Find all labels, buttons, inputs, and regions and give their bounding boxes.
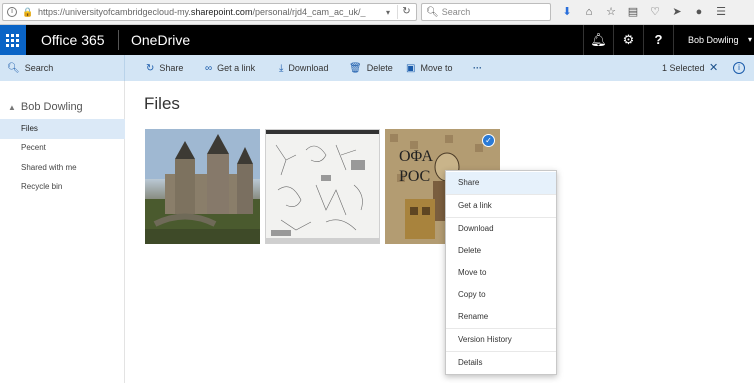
share-icon: ↻ [146, 62, 155, 74]
info-icon[interactable]: i [733, 62, 745, 74]
menu-item-rename[interactable]: Rename [446, 306, 556, 328]
chevron-up-icon: ▲ [8, 103, 16, 112]
pocket-icon[interactable]: ♡ [644, 4, 666, 20]
url-dropdown-icon[interactable]: ▾ [386, 8, 390, 17]
search-icon: 🔍︎ [426, 6, 439, 18]
download-label: Download [288, 63, 329, 73]
nav-user-name: Bob Dowling [20, 101, 83, 113]
menu-item-delete[interactable]: Delete [446, 240, 556, 262]
menu-item-download[interactable]: Download [446, 218, 556, 240]
page-title: Files [144, 94, 180, 113]
nav-item-recent[interactable]: Pecent [0, 138, 125, 158]
app-launcher-icon[interactable] [0, 25, 26, 55]
app-title[interactable]: OneDrive [131, 32, 190, 48]
get-link-button[interactable]: ∞ Get a link [205, 55, 255, 81]
selection-count: 1 Selected [662, 63, 705, 73]
context-menu: Share Get a link Download Delete Move to… [445, 170, 557, 375]
help-icon[interactable]: ? [643, 25, 673, 55]
nav-user-header[interactable]: ▲ Bob Dowling [8, 101, 83, 113]
star-icon[interactable]: ☆ [600, 4, 622, 20]
trash-icon: 🗑︎ [349, 62, 362, 74]
reload-icon[interactable]: ↻ [397, 5, 415, 19]
menu-item-details[interactable]: Details [446, 352, 556, 374]
user-name: Bob Dowling [688, 35, 739, 45]
bell-icon[interactable]: 🔔︎ [583, 25, 613, 55]
search-placeholder: Search [441, 7, 471, 17]
download-icon[interactable]: ⬇ [556, 4, 578, 20]
close-icon[interactable]: ✕ [709, 61, 718, 74]
menu-item-move-to[interactable]: Move to [446, 262, 556, 284]
more-button[interactable]: ··· [473, 55, 482, 81]
move-to-label: Move to [420, 63, 453, 73]
delete-button[interactable]: 🗑︎ Delete [349, 55, 393, 81]
delete-label: Delete [366, 63, 393, 73]
svg-text:ΟΦΑ: ΟΦΑ [399, 148, 433, 165]
svg-text:ΡΟϹ: ΡΟϹ [399, 168, 430, 185]
checkmark-icon[interactable]: ✓ [482, 134, 495, 147]
suite-header: Office 365 OneDrive 🔔︎ ⚙ ? Bob Dowling ▾ [0, 25, 754, 55]
home-icon[interactable]: ⌂ [578, 4, 600, 20]
search-label: Search [24, 63, 54, 73]
url-text[interactable]: https://universityofcambridgecloud-my.sh… [38, 7, 378, 17]
menu-icon[interactable]: ☰ [710, 4, 732, 20]
nav-item-recycle-bin[interactable]: Recycle bin [0, 177, 125, 197]
url-suffix: /personal/rjd4_cam_ac_uk/_ [252, 7, 366, 17]
move-icon: ▣ [406, 62, 416, 74]
files-search[interactable]: 🔍︎ Search [0, 55, 125, 81]
menu-item-version-history[interactable]: Version History [446, 329, 556, 351]
download-button[interactable]: ⤓ Download [279, 55, 328, 81]
user-menu[interactable]: Bob Dowling ▾ [673, 25, 754, 55]
header-divider [118, 30, 119, 50]
get-link-label: Get a link [217, 63, 256, 73]
brand-title[interactable]: Office 365 [41, 32, 105, 48]
command-bar: 🔍︎ Search ↻ Share ∞ Get a link ⤓ Downloa… [0, 55, 754, 81]
menu-item-share[interactable]: Share [446, 172, 556, 194]
lock-icon: 🔒 [22, 6, 34, 17]
reading-list-icon[interactable]: ▤ [622, 4, 644, 20]
search-icon: 🔍︎ [7, 62, 20, 74]
url-prefix: https://universityofcambridgecloud-my. [38, 7, 191, 17]
address-bar[interactable]: i 🔒 https://universityofcambridgecloud-m… [2, 3, 417, 21]
menu-item-get-link[interactable]: Get a link [446, 195, 556, 217]
link-icon: ∞ [205, 62, 213, 74]
browser-toolbar: i 🔒 https://universityofcambridgecloud-m… [0, 0, 754, 25]
send-icon[interactable]: ➤ [666, 4, 688, 20]
info-icon[interactable]: i [5, 5, 19, 19]
chat-icon[interactable]: ● [688, 4, 710, 20]
file-thumbnail[interactable] [265, 129, 380, 244]
browser-search-input[interactable]: 🔍︎ Search [421, 3, 551, 21]
url-domain: sharepoint.com [190, 7, 253, 17]
nav-item-files[interactable]: Files [0, 119, 125, 139]
share-button[interactable]: ↻ Share [146, 55, 183, 81]
file-thumbnail[interactable] [145, 129, 260, 244]
gear-icon[interactable]: ⚙ [613, 25, 643, 55]
menu-item-copy-to[interactable]: Copy to [446, 284, 556, 306]
nav-item-shared[interactable]: Shared with me [0, 158, 125, 178]
chevron-down-icon: ▾ [747, 35, 752, 44]
share-label: Share [159, 63, 184, 73]
left-nav: ▲ Bob Dowling Files Pecent Shared with me… [0, 81, 125, 383]
move-to-button[interactable]: ▣ Move to [406, 55, 452, 81]
download-icon: ⤓ [279, 62, 284, 74]
